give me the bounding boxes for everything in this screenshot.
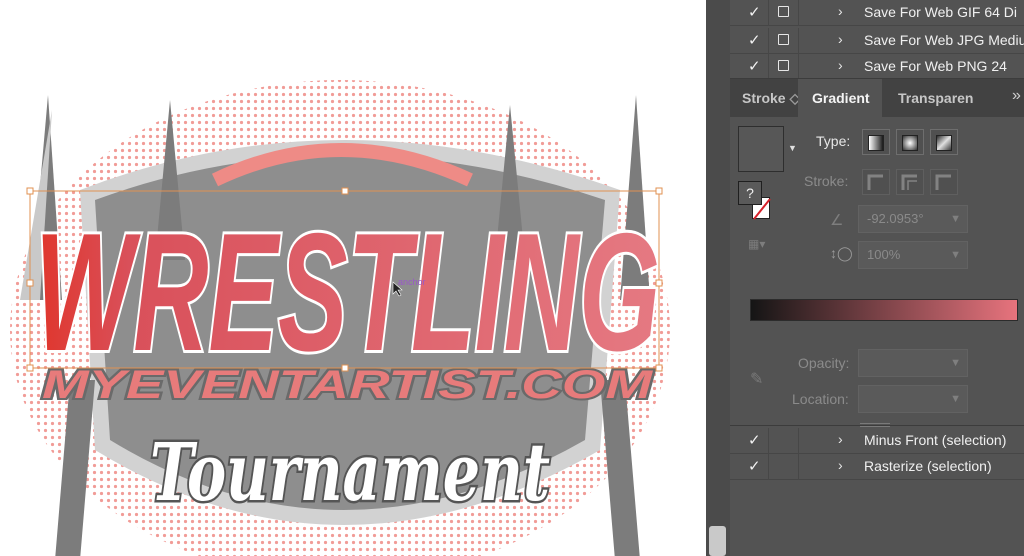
action-item-label: Minus Front (selection)	[864, 432, 1007, 448]
chevron-right-icon[interactable]: ›	[838, 457, 843, 473]
checkmark-icon[interactable]: ✓	[748, 3, 766, 21]
type-label: Type:	[816, 133, 851, 149]
toggle-dialog-icon[interactable]	[778, 60, 789, 71]
aspect-ratio-field[interactable]: 100% ▼	[858, 241, 968, 269]
wrestling-artwork[interactable]: WRESTLING MYEVENTARTIST.COM Tournament	[0, 0, 706, 556]
linear-gradient-button[interactable]	[862, 129, 890, 155]
location-label: Location:	[792, 391, 849, 407]
chevron-down-icon[interactable]: ▼	[788, 143, 797, 153]
action-item[interactable]: ✓ › Save For Web JPG Mediu	[730, 28, 1024, 54]
stroke-gradient-within-button[interactable]	[862, 169, 890, 195]
gradient-panel: Stroke ◇ Gradient Transparen » ▼ ? ▦▾ Typ…	[730, 78, 1024, 427]
action-item-label: Save For Web JPG Mediu	[864, 32, 1024, 48]
fill-stroke-indicator[interactable]: ?	[738, 181, 772, 225]
artboard-canvas[interactable]: WRESTLING MYEVENTARTIST.COM Tournament a…	[0, 0, 706, 556]
checkmark-icon[interactable]: ✓	[748, 457, 766, 475]
stroke-gradient-across-button[interactable]	[930, 169, 958, 195]
angle-field[interactable]: -92.0953° ▼	[858, 205, 968, 233]
checkmark-icon[interactable]: ✓	[748, 431, 766, 449]
action-item[interactable]: ✓ › Save For Web GIF 64 Di	[730, 0, 1024, 26]
toggle-dialog-icon[interactable]	[778, 34, 789, 45]
gradient-slider-bar[interactable]	[750, 299, 1018, 321]
vertical-scrollbar-thumb[interactable]	[709, 526, 726, 556]
reverse-gradient-icon[interactable]: ▦▾	[748, 237, 765, 251]
tab-stroke[interactable]: Stroke ◇	[742, 79, 800, 117]
checkmark-icon[interactable]: ✓	[748, 57, 766, 75]
canvas-scroll-gutter[interactable]	[706, 0, 730, 556]
action-item[interactable]: ✓ › Rasterize (selection)	[730, 454, 1024, 480]
eyedropper-icon[interactable]: ✎	[750, 369, 763, 389]
checkmark-icon[interactable]: ✓	[748, 31, 766, 49]
opacity-field[interactable]: ▼	[858, 349, 968, 377]
chevron-right-icon[interactable]: ›	[838, 57, 843, 73]
tab-transparency[interactable]: Transparen	[898, 79, 973, 117]
angle-icon: ∠	[830, 212, 844, 229]
tab-gradient[interactable]: Gradient	[798, 79, 882, 117]
artwork-title-text: WRESTLING	[35, 198, 660, 386]
aspect-ratio-icon: ↕◯	[830, 245, 853, 261]
toggle-dialog-icon[interactable]	[778, 6, 789, 17]
opacity-label: Opacity:	[798, 355, 850, 371]
action-item-label: Save For Web GIF 64 Di	[864, 4, 1018, 20]
panel-tab-bar: Stroke ◇ Gradient Transparen »	[730, 79, 1024, 117]
stroke-gradient-along-button[interactable]	[896, 169, 924, 195]
chevron-right-icon[interactable]: ›	[838, 3, 843, 19]
chevron-right-icon[interactable]: ›	[838, 431, 843, 447]
artwork-subtitle-text: Tournament	[150, 425, 550, 519]
panel-menu-icon[interactable]: »	[1012, 87, 1021, 105]
freeform-gradient-button[interactable]	[930, 129, 958, 155]
chevron-right-icon[interactable]: ›	[838, 31, 843, 47]
stroke-label: Stroke:	[804, 173, 849, 189]
panel-resize-gripper[interactable]	[860, 423, 890, 427]
gradient-preview-swatch[interactable]	[738, 126, 784, 172]
location-field[interactable]: ▼	[858, 385, 968, 413]
radial-gradient-button[interactable]	[896, 129, 924, 155]
action-item[interactable]: ✓ › Minus Front (selection)	[730, 428, 1024, 454]
action-item-label: Rasterize (selection)	[864, 458, 992, 474]
action-item[interactable]: ✓ › Save For Web PNG 24	[730, 54, 1024, 80]
question-mark-icon: ?	[738, 181, 762, 205]
action-item-label: Save For Web PNG 24	[864, 58, 1007, 74]
anchor-smart-guide-label: anchor	[398, 277, 426, 287]
